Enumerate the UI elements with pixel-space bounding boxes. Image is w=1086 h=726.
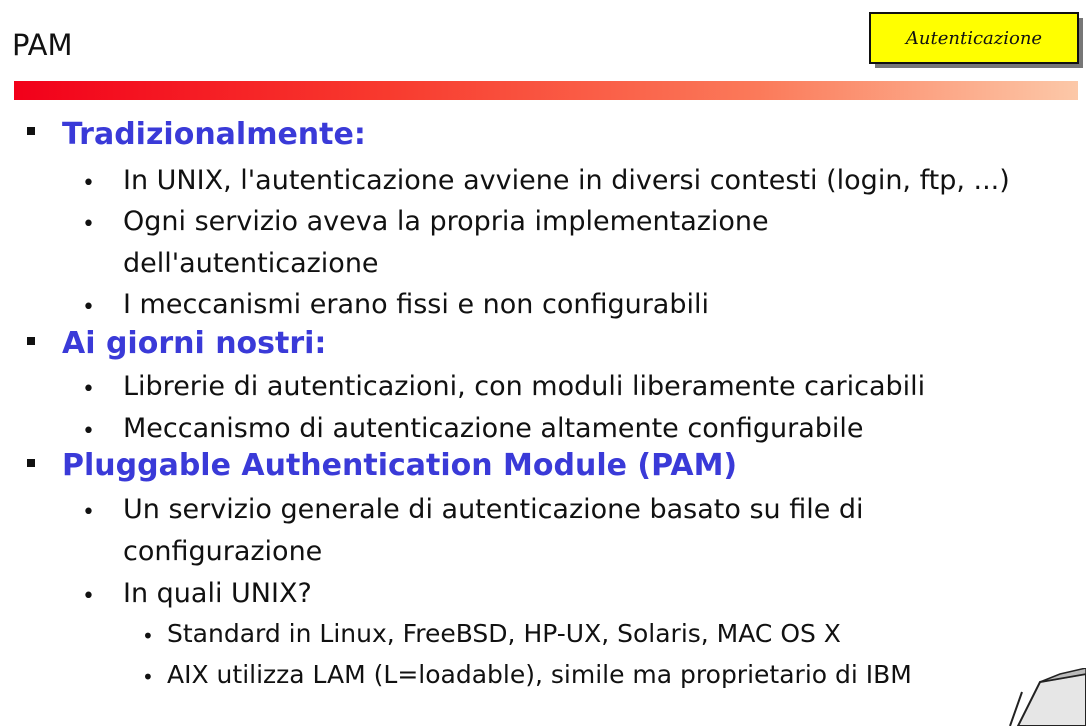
bullet-dot: • xyxy=(82,500,95,525)
page-curl-decoration xyxy=(1009,668,1086,726)
list-item: Meccanismo di autenticazione altamente c… xyxy=(123,413,864,444)
section-tag: Autenticazione xyxy=(869,12,1079,64)
list-item: Librerie di autenticazioni, con moduli l… xyxy=(123,371,926,402)
bullet-dot: • xyxy=(82,419,95,444)
section-heading: Tradizionalmente: xyxy=(62,117,366,152)
bullet-dot-small: • xyxy=(142,665,154,689)
section-heading: Pluggable Authentication Module (PAM) xyxy=(62,448,738,483)
bullet-dot-small: • xyxy=(142,624,154,648)
sub-list-item: Standard in Linux, FreeBSD, HP-UX, Solar… xyxy=(167,619,841,648)
list-item: I meccanismi erano fissi e non configura… xyxy=(123,289,709,320)
bullet-dot: • xyxy=(82,171,95,196)
title-gradient-bar xyxy=(14,81,1078,100)
sub-list-item: AIX utilizza LAM (L=loadable), simile ma… xyxy=(167,660,912,689)
bullet-dot: • xyxy=(82,295,95,320)
bullet-dot: • xyxy=(82,584,95,609)
bullet-square xyxy=(27,459,35,467)
list-item: Ogni servizio aveva la propria implement… xyxy=(123,206,769,237)
bullet-square xyxy=(27,337,35,345)
slide-title: PAM xyxy=(12,28,73,62)
list-item: Un servizio generale di autenticazione b… xyxy=(123,494,864,525)
list-item: In UNIX, l'autenticazione avviene in div… xyxy=(123,165,1010,196)
list-item-continuation: configurazione xyxy=(123,536,323,567)
bullet-square xyxy=(27,127,35,135)
list-item-continuation: dell'autenticazione xyxy=(123,248,379,279)
bullet-dot: • xyxy=(82,212,95,237)
bullet-dot: • xyxy=(82,377,95,402)
section-heading: Ai giorni nostri: xyxy=(62,326,327,361)
list-item: In quali UNIX? xyxy=(123,578,312,609)
